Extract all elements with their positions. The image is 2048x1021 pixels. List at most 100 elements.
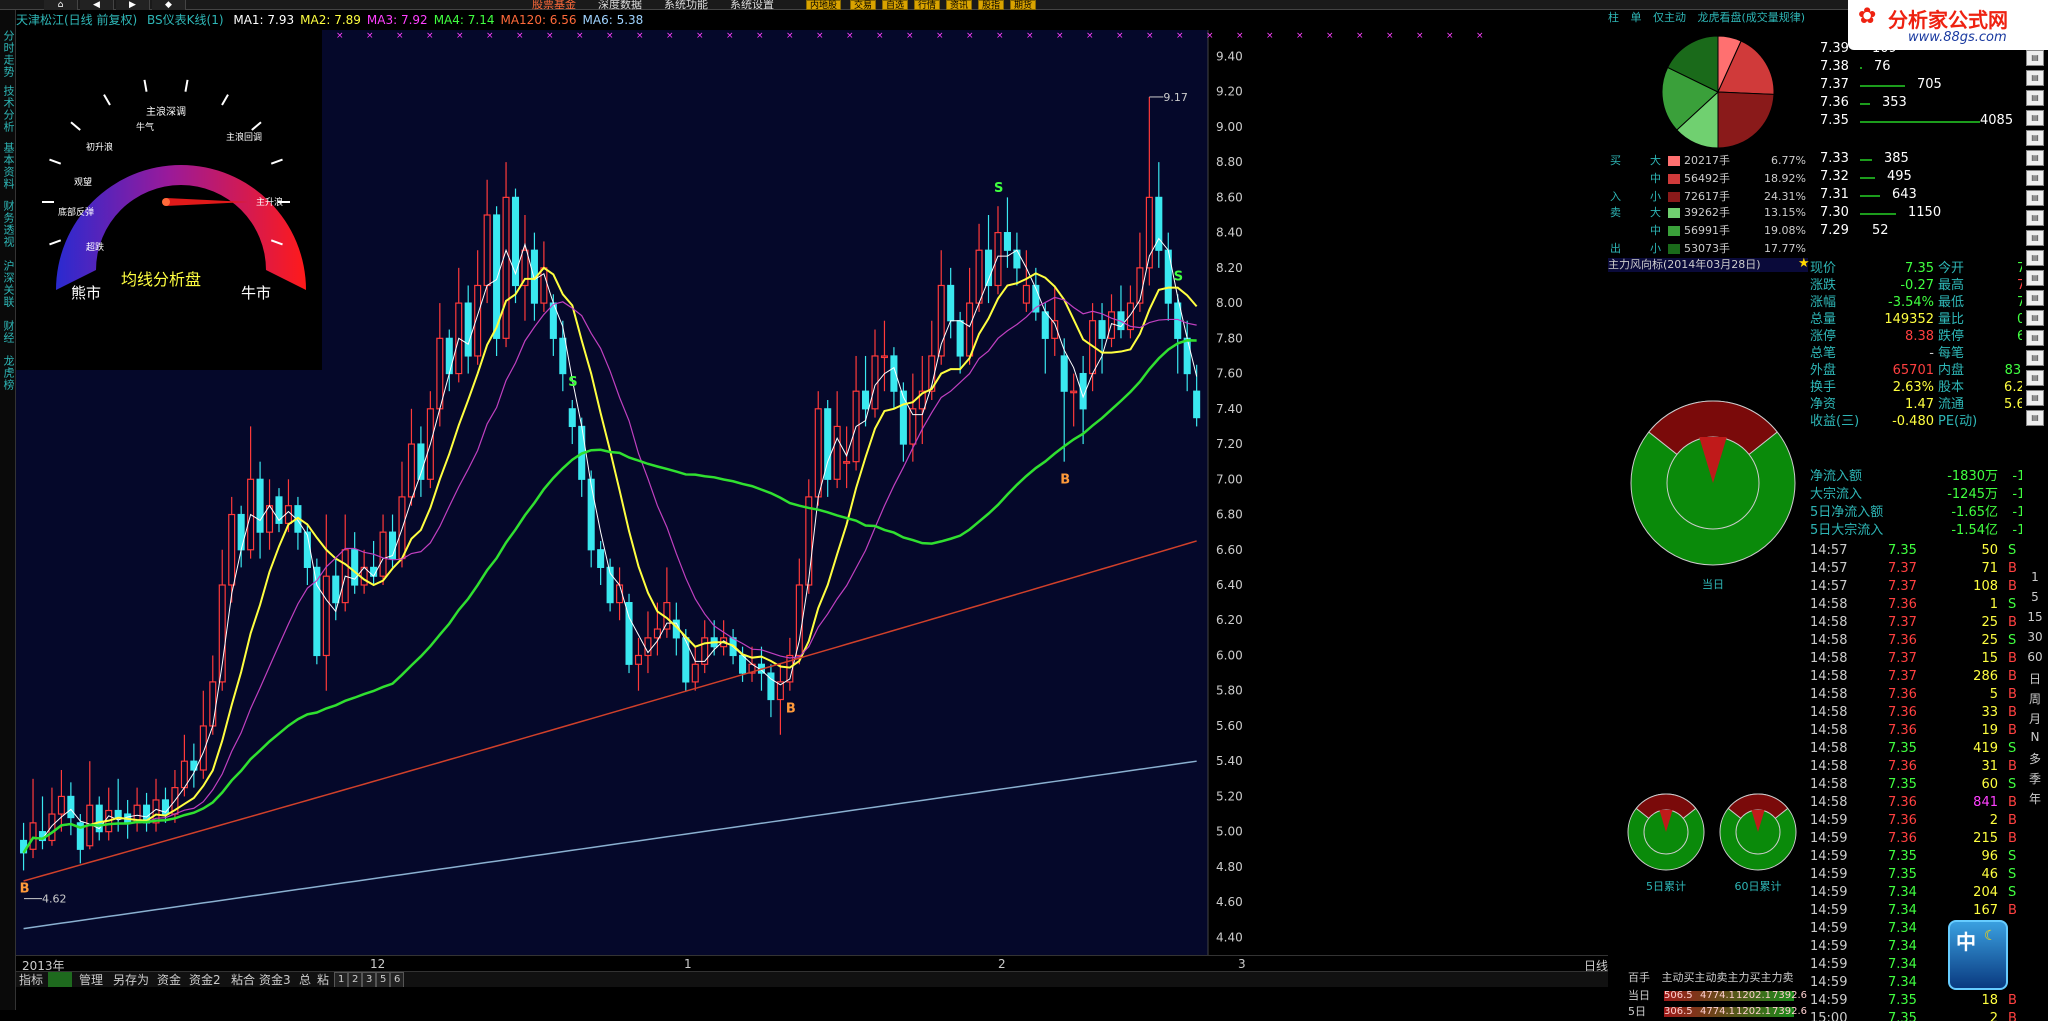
side-tool-icon[interactable]: ▤ bbox=[2026, 370, 2044, 386]
tab-single[interactable]: 单 bbox=[1631, 11, 1642, 24]
top-marker: × bbox=[1206, 31, 1214, 41]
side-tool-icon[interactable]: ▤ bbox=[2026, 210, 2044, 226]
side-tool-icon[interactable]: ▤ bbox=[2026, 230, 2044, 246]
btn-mainland-stocks[interactable]: 内地股 bbox=[806, 0, 842, 11]
side-tool-icon[interactable]: ▤ bbox=[2026, 410, 2044, 426]
quote-label: 涨跌 bbox=[1810, 278, 1837, 293]
side-tool-icon[interactable]: ▤ bbox=[2026, 110, 2044, 126]
side-period-tab[interactable]: 15 bbox=[2024, 610, 2046, 624]
tab-financials[interactable]: 财务透视 bbox=[1, 200, 15, 248]
tick-time: 14:59 bbox=[1810, 849, 1848, 864]
tab-technical-analysis[interactable]: 技术分析 bbox=[1, 85, 15, 133]
side-period-tab[interactable]: 月 bbox=[2024, 710, 2046, 727]
tab-num-1[interactable]: 1 bbox=[334, 972, 349, 988]
tab-indicator[interactable]: 指标 bbox=[16, 972, 46, 988]
tick-side: B bbox=[2008, 795, 2017, 810]
tab-active-only[interactable]: 仅主动 bbox=[1653, 11, 1686, 24]
tab-total[interactable]: 总 bbox=[296, 972, 314, 988]
tick-price: 7.36 bbox=[1888, 633, 1917, 648]
indicator-name[interactable]: BS仪表K线(1) bbox=[147, 13, 224, 27]
forward-icon[interactable]: ▶ bbox=[116, 0, 150, 10]
flow-percent: 18.92% bbox=[1764, 172, 1806, 185]
btn-quotes[interactable]: 行情 bbox=[914, 0, 941, 11]
menu-system-functions[interactable]: 系统功能 bbox=[664, 0, 708, 10]
side-tool-icon[interactable]: ▤ bbox=[2026, 190, 2044, 206]
tab-finance-news[interactable]: 财经 bbox=[1, 320, 15, 344]
tick-row: 14:59 7.35 46 S bbox=[1808, 866, 2048, 884]
menu-deep-data[interactable]: 深度数据 bbox=[598, 0, 642, 10]
tab-dragon-tiger-view[interactable]: 龙虎看盘(成交量规律) bbox=[1698, 11, 1806, 24]
menu-system-settings[interactable]: 系统设置 bbox=[730, 0, 774, 10]
tab-num-2[interactable]: 2 bbox=[348, 972, 363, 988]
side-period-tab[interactable]: 季 bbox=[2024, 770, 2046, 787]
tab-intraday[interactable]: 分时走势 bbox=[1, 30, 15, 78]
tab-basic-info[interactable]: 基本资料 bbox=[1, 142, 15, 190]
candle-body-down bbox=[559, 337, 567, 375]
tick-list: 14:57 7.35 50 S 14:57 7.37 71 B 14:57 7.37 108 B 14:… bbox=[1808, 542, 2048, 1021]
tab-capital[interactable]: 资金 bbox=[154, 972, 184, 988]
btn-futures[interactable]: 期货 bbox=[1010, 0, 1037, 11]
side-tool-icon[interactable]: ▤ bbox=[2026, 390, 2044, 406]
tab-bond-short[interactable]: 粘 bbox=[314, 972, 332, 988]
price-axis-background bbox=[1208, 30, 1608, 955]
side-tool-icon[interactable]: ▤ bbox=[2026, 350, 2044, 366]
tab-market-link[interactable]: 沪深关联 bbox=[1, 260, 15, 308]
btn-news[interactable]: 资讯 bbox=[946, 0, 973, 11]
back-icon[interactable]: ◀ bbox=[80, 0, 114, 10]
price-tick-label: 8.40 bbox=[1216, 226, 1243, 240]
quote-row: 外盘65701内盘83651 bbox=[1808, 362, 2048, 379]
tab-bar-view[interactable]: 柱 bbox=[1608, 11, 1619, 24]
tab-active-indicator[interactable] bbox=[48, 972, 72, 988]
tick-time: 14:59 bbox=[1810, 903, 1848, 918]
side-period-tab[interactable]: 60 bbox=[2024, 650, 2046, 664]
side-tool-icon[interactable]: ▤ bbox=[2026, 70, 2044, 86]
side-period-tab[interactable]: 周 bbox=[2024, 690, 2046, 707]
side-period-tab[interactable]: 1 bbox=[2024, 570, 2046, 584]
tab-bond[interactable]: 粘合 bbox=[228, 972, 258, 988]
side-tool-icon[interactable]: ▤ bbox=[2026, 150, 2044, 166]
side-tool-icon[interactable]: ▤ bbox=[2026, 170, 2044, 186]
flow-color-bar bbox=[1668, 174, 1680, 184]
tab-num-6[interactable]: 6 bbox=[390, 972, 405, 988]
tab-save-as[interactable]: 另存为 bbox=[110, 972, 152, 988]
side-period-tab[interactable]: 5 bbox=[2024, 590, 2046, 604]
side-tool-icon[interactable]: ▤ bbox=[2026, 290, 2044, 306]
side-period-tab[interactable]: 日 bbox=[2024, 670, 2046, 687]
side-tool-icon[interactable]: ▤ bbox=[2026, 330, 2044, 346]
tab-num-5[interactable]: 5 bbox=[376, 972, 391, 988]
top-marker: × bbox=[756, 31, 764, 41]
capital-value: -1830万 bbox=[1947, 469, 1998, 484]
side-tool-icon[interactable]: ▤ bbox=[2026, 250, 2044, 266]
btn-index[interactable]: 股指 bbox=[978, 0, 1005, 11]
gauge-label-bull-market: 牛市 bbox=[241, 284, 271, 302]
side-period-tab[interactable]: 30 bbox=[2024, 630, 2046, 644]
tick-row: 14:58 7.36 1 S bbox=[1808, 596, 2048, 614]
side-tool-icon[interactable]: ▤ bbox=[2026, 90, 2044, 106]
side-period-tab[interactable]: 多 bbox=[2024, 750, 2046, 767]
side-tool-icon[interactable]: ▤ bbox=[2026, 310, 2044, 326]
star-icon[interactable]: ◆ bbox=[152, 0, 186, 10]
side-tool-icon[interactable]: ▤ bbox=[2026, 50, 2044, 66]
btn-trade[interactable]: 交易 bbox=[850, 0, 877, 11]
tab-dragon-tiger[interactable]: 龙虎榜 bbox=[1, 355, 15, 391]
side-tool-icon[interactable]: ▤ bbox=[2026, 270, 2044, 286]
side-period-tab[interactable]: N bbox=[2024, 730, 2046, 744]
price-tick-label: 8.00 bbox=[1216, 296, 1243, 310]
ob-qty: 4085 bbox=[1980, 113, 2014, 128]
home-icon[interactable]: ⌂ bbox=[44, 0, 78, 10]
tick-price: 7.34 bbox=[1888, 975, 1917, 990]
side-tool-icon[interactable]: ▤ bbox=[2026, 130, 2044, 146]
bottom-flow-value: 4774.1 bbox=[1700, 990, 1735, 1001]
tab-capital-3[interactable]: 资金3 bbox=[256, 972, 294, 988]
top-marker: × bbox=[726, 31, 734, 41]
menu-stocks[interactable]: 股票基金 bbox=[532, 0, 576, 10]
low-annotation: 4.62 bbox=[42, 893, 67, 906]
btn-watchlist[interactable]: 自选 bbox=[882, 0, 909, 11]
side-period-tab[interactable]: 年 bbox=[2024, 790, 2046, 807]
app-logo[interactable]: 中 ☾ bbox=[1948, 920, 2008, 990]
tab-num-3[interactable]: 3 bbox=[362, 972, 377, 988]
tab-manage[interactable]: 管理 bbox=[76, 972, 106, 988]
tick-side: B bbox=[2008, 759, 2017, 774]
tab-capital-2[interactable]: 资金2 bbox=[186, 972, 224, 988]
tick-time: 14:58 bbox=[1810, 795, 1848, 810]
